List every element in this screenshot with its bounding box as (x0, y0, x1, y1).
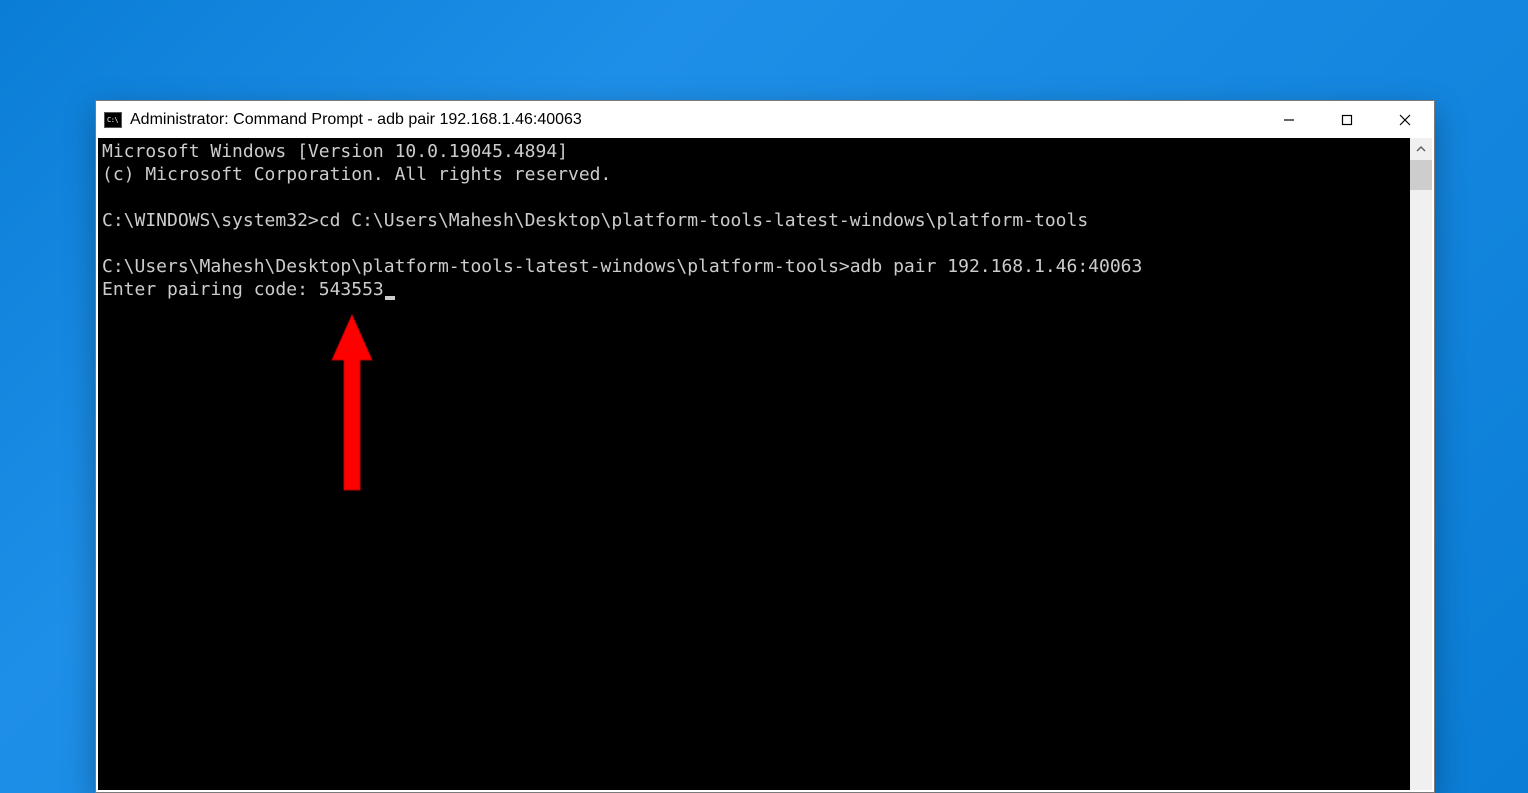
os-version-line: Microsoft Windows [Version 10.0.19045.48… (102, 141, 568, 162)
cmd-icon (104, 112, 122, 128)
copyright-line: (c) Microsoft Corporation. All rights re… (102, 164, 611, 185)
window-title: Administrator: Command Prompt - adb pair… (130, 111, 1260, 129)
minimize-icon (1283, 114, 1295, 126)
chevron-up-icon (1416, 144, 1426, 154)
close-icon (1399, 114, 1411, 126)
scroll-up-button[interactable] (1410, 138, 1432, 160)
maximize-icon (1341, 114, 1353, 126)
prompt-1: C:\WINDOWS\system32> (102, 210, 319, 231)
window-controls (1260, 101, 1434, 138)
close-button[interactable] (1376, 101, 1434, 138)
scroll-thumb[interactable] (1410, 160, 1432, 190)
command-prompt-window: Administrator: Command Prompt - adb pair… (95, 100, 1435, 793)
pairing-code-value: 543553 (319, 279, 384, 300)
terminal-cursor (385, 296, 395, 300)
minimize-button[interactable] (1260, 101, 1318, 138)
prompt-2: C:\Users\Mahesh\Desktop\platform-tools-l… (102, 256, 850, 277)
pairing-code-label: Enter pairing code: (102, 279, 319, 300)
command-2: adb pair 192.168.1.46:40063 (850, 256, 1143, 277)
terminal-container: Microsoft Windows [Version 10.0.19045.48… (96, 138, 1434, 792)
titlebar[interactable]: Administrator: Command Prompt - adb pair… (96, 101, 1434, 138)
terminal-output[interactable]: Microsoft Windows [Version 10.0.19045.48… (98, 138, 1410, 790)
vertical-scrollbar[interactable] (1410, 138, 1432, 790)
maximize-button[interactable] (1318, 101, 1376, 138)
command-1: cd C:\Users\Mahesh\Desktop\platform-tool… (319, 210, 1088, 231)
